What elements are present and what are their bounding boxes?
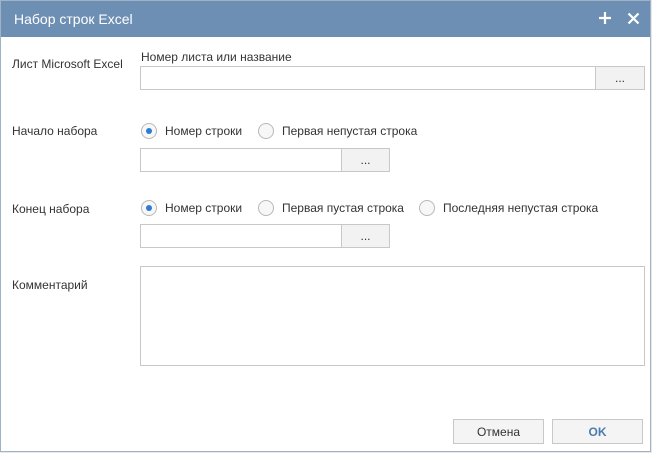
start-input[interactable]	[140, 148, 342, 172]
cancel-button[interactable]: Отмена	[453, 419, 544, 444]
comment-label: Комментарий	[12, 278, 88, 292]
end-option-label: Первая пустая строка	[282, 201, 404, 215]
start-browse-button[interactable]: ...	[341, 148, 390, 172]
radio-unchecked-icon	[258, 200, 274, 216]
end-radio-last-nonempty[interactable]: Последняя непустая строка	[419, 199, 598, 217]
comment-textarea[interactable]	[140, 266, 645, 366]
sheet-input[interactable]	[140, 66, 596, 90]
sheet-label: Лист Microsoft Excel	[12, 57, 123, 71]
end-input[interactable]	[140, 224, 342, 248]
ok-button[interactable]: OK	[552, 419, 643, 444]
start-option-label: Первая непустая строка	[282, 124, 418, 138]
end-label: Конец набора	[12, 202, 90, 216]
start-radio-row-number[interactable]: Номер строки	[141, 122, 242, 140]
dialog: Набор строк Excel Лист Microsoft Excel Н…	[0, 0, 651, 452]
sheet-browse-button[interactable]: ...	[595, 66, 645, 90]
sheet-sublabel: Номер листа или название	[141, 50, 292, 64]
dialog-title: Набор строк Excel	[14, 11, 133, 27]
end-browse-button[interactable]: ...	[341, 224, 390, 248]
end-radio-row-number[interactable]: Номер строки	[141, 199, 242, 217]
dialog-titlebar: Набор строк Excel	[1, 1, 650, 37]
end-radio-first-empty[interactable]: Первая пустая строка	[258, 199, 404, 217]
end-option-label: Номер строки	[165, 201, 243, 215]
start-radio-first-nonempty[interactable]: Первая непустая строка	[258, 122, 417, 140]
start-label: Начало набора	[12, 124, 98, 138]
start-option-label: Номер строки	[165, 124, 243, 138]
close-icon[interactable]	[623, 8, 643, 28]
radio-unchecked-icon	[258, 123, 274, 139]
radio-checked-icon	[141, 200, 157, 216]
radio-checked-icon	[141, 123, 157, 139]
radio-unchecked-icon	[419, 200, 435, 216]
end-option-label: Последняя непустая строка	[443, 201, 599, 215]
plus-icon[interactable]	[595, 8, 615, 28]
